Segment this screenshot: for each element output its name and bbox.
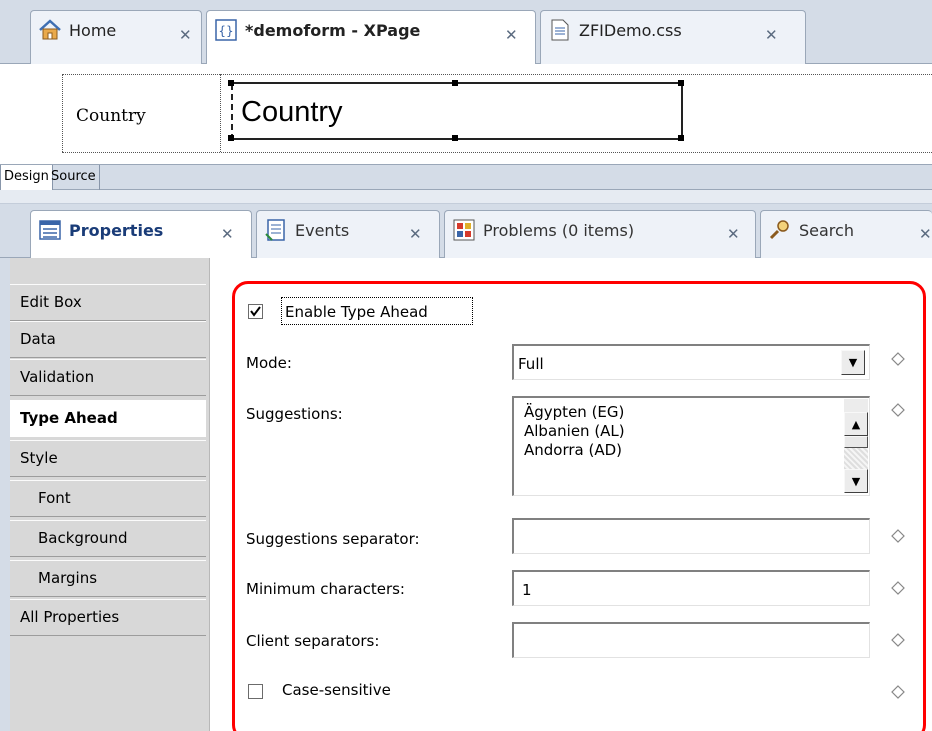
mode-select[interactable]: Full ▼ — [512, 344, 870, 380]
properties-icon — [37, 218, 63, 242]
close-icon[interactable]: ✕ — [919, 225, 932, 243]
close-icon[interactable]: ✕ — [727, 225, 740, 243]
resize-handle[interactable] — [452, 80, 458, 86]
close-icon[interactable]: ✕ — [409, 225, 422, 243]
tab-events[interactable]: Events ✕ — [256, 210, 440, 258]
diamond-icon[interactable] — [890, 402, 906, 418]
client-separators-label: Client separators: — [246, 632, 380, 650]
view-tab-bar: Properties ✕ Events ✕ Problems (0 items)… — [0, 204, 932, 260]
list-item[interactable]: Ägypten (EG) — [524, 403, 625, 422]
events-icon — [263, 218, 289, 242]
svg-text:{}: {} — [218, 24, 233, 38]
nav-item-data[interactable]: Data — [10, 321, 206, 358]
close-icon[interactable]: ✕ — [765, 26, 778, 44]
resize-handle[interactable] — [678, 80, 684, 86]
table-border-left — [62, 74, 63, 152]
tab-home[interactable]: Home ✕ — [30, 10, 202, 64]
vertical-scrollbar[interactable]: ▲ ▼ — [844, 399, 868, 493]
home-icon — [37, 18, 63, 42]
case-sensitive-label[interactable]: Case-sensitive — [282, 681, 391, 699]
diamond-icon[interactable] — [890, 351, 906, 367]
tab-design[interactable]: Design — [0, 165, 53, 190]
panel-left-edge — [0, 258, 10, 731]
diamond-icon[interactable] — [890, 684, 906, 700]
tab-search-label: Search — [799, 221, 854, 240]
nav-item-margins[interactable]: Margins — [10, 560, 206, 597]
resize-handle[interactable] — [228, 135, 234, 141]
suggestions-separator-label: Suggestions separator: — [246, 530, 420, 548]
mode-label: Mode: — [246, 354, 292, 372]
resize-handle[interactable] — [452, 135, 458, 141]
case-sensitive-checkbox[interactable] — [248, 684, 263, 699]
list-item[interactable]: Andorra (AD) — [524, 441, 625, 460]
nav-item-type-ahead[interactable]: Type Ahead — [10, 400, 206, 437]
close-icon[interactable]: ✕ — [221, 225, 234, 243]
resize-handle[interactable] — [678, 135, 684, 141]
minimum-characters-value: 1 — [522, 581, 532, 599]
nav-item-edit-box[interactable]: Edit Box — [10, 284, 206, 321]
tab-properties[interactable]: Properties ✕ — [30, 210, 252, 260]
client-separators-input[interactable] — [512, 622, 870, 658]
scroll-up-icon[interactable]: ▲ — [844, 412, 868, 436]
tab-demoform-label: *demoform - XPage — [245, 21, 421, 40]
scroll-track[interactable] — [844, 448, 868, 469]
search-icon — [767, 218, 793, 242]
suggestions-label: Suggestions: — [246, 405, 343, 423]
scroll-thumb[interactable] — [844, 436, 868, 448]
css-file-icon — [547, 18, 573, 42]
nav-item-validation[interactable]: Validation — [10, 359, 206, 396]
mode-select-value: Full — [518, 355, 544, 373]
edit-box-left-border — [231, 84, 233, 140]
enable-type-ahead-checkbox[interactable] — [248, 304, 263, 319]
nav-item-style[interactable]: Style — [10, 440, 206, 477]
tab-search[interactable]: Search ✕ — [760, 210, 932, 258]
close-icon[interactable]: ✕ — [179, 26, 192, 44]
diamond-icon[interactable] — [890, 580, 906, 596]
tab-home-label: Home — [69, 21, 117, 40]
country-label[interactable]: Country — [76, 106, 146, 126]
tab-problems-label: Problems (0 items) — [483, 221, 635, 240]
diamond-icon[interactable] — [890, 632, 906, 648]
nav-item-background[interactable]: Background — [10, 520, 206, 557]
diamond-icon[interactable] — [890, 528, 906, 544]
minimum-characters-input[interactable]: 1 — [512, 570, 870, 606]
nav-item-font[interactable]: Font — [10, 480, 206, 517]
design-source-tabs: Design Source — [0, 164, 932, 190]
design-canvas[interactable]: Country Country — [0, 64, 932, 164]
tab-problems[interactable]: Problems (0 items) ✕ — [444, 210, 756, 258]
suggestions-list: Ägypten (EG) Albanien (AL) Andorra (AD) — [524, 403, 625, 460]
checkmark-icon — [250, 306, 261, 317]
table-border-top — [62, 74, 932, 75]
tab-zfidemo-css[interactable]: ZFIDemo.css ✕ — [540, 10, 806, 64]
tab-properties-label: Properties — [69, 221, 164, 240]
list-item[interactable]: Albanien (AL) — [524, 422, 625, 441]
close-icon[interactable]: ✕ — [505, 26, 518, 44]
editor-tab-bar: Home ✕ {} *demoform - XPage ✕ ZFIDemo.cs… — [0, 0, 932, 66]
suggestions-separator-input[interactable] — [512, 518, 870, 554]
table-border-bottom — [62, 152, 932, 153]
tab-zfidemo-label: ZFIDemo.css — [579, 21, 682, 40]
xpage-icon: {} — [213, 18, 239, 42]
edit-box-text: Country — [241, 96, 343, 128]
resize-handle[interactable] — [228, 80, 234, 86]
enable-type-ahead-label[interactable]: Enable Type Ahead — [285, 303, 428, 321]
suggestions-listbox[interactable]: Ägypten (EG) Albanien (AL) Andorra (AD) … — [512, 396, 870, 496]
chevron-down-icon[interactable]: ▼ — [841, 350, 865, 375]
problems-icon — [451, 218, 477, 242]
scroll-down-icon[interactable]: ▼ — [844, 469, 868, 493]
tab-source[interactable]: Source — [48, 165, 100, 190]
pane-separator[interactable] — [0, 190, 932, 204]
table-cell-divider — [220, 74, 221, 152]
nav-item-all-properties[interactable]: All Properties — [10, 599, 206, 636]
tab-events-label: Events — [295, 221, 350, 240]
minimum-characters-label: Minimum characters: — [246, 580, 405, 598]
country-edit-box[interactable]: Country — [228, 80, 684, 141]
tab-demoform-xpage[interactable]: {} *demoform - XPage ✕ — [206, 10, 536, 66]
